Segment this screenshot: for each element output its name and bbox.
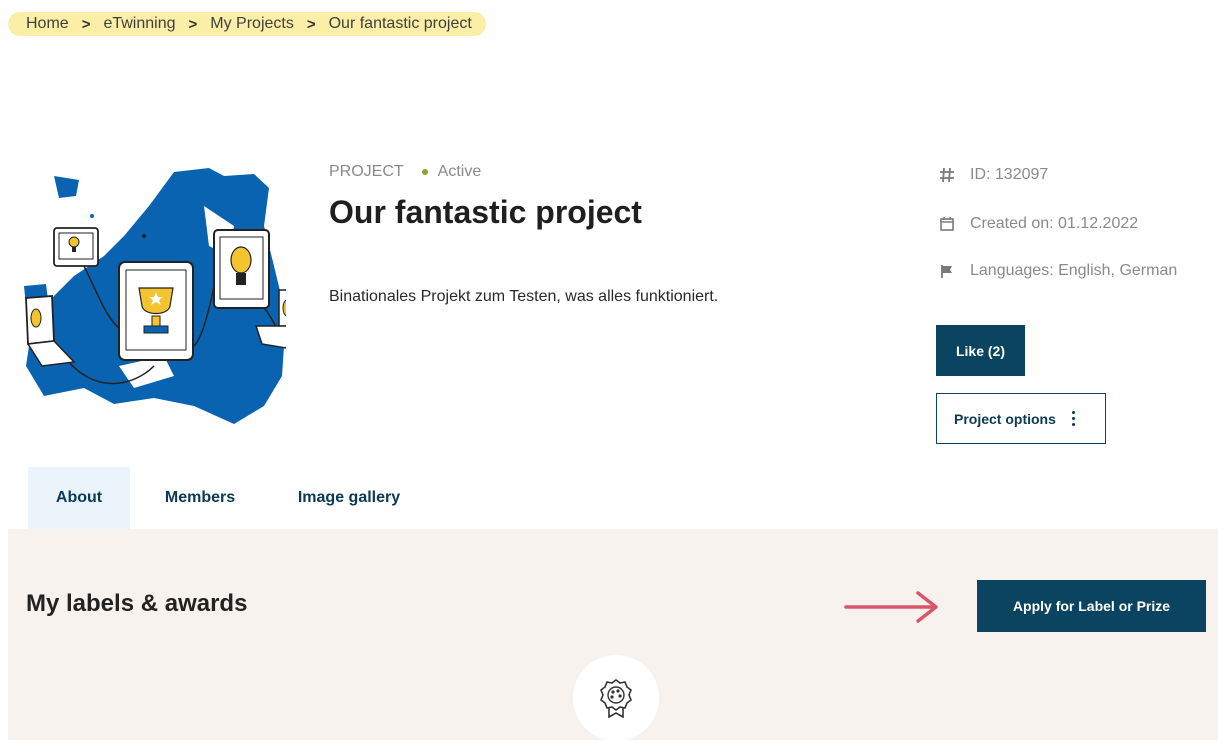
breadcrumb-home[interactable]: Home xyxy=(26,15,69,33)
breadcrumb: Home > eTwinning > My Projects > Our fan… xyxy=(8,12,486,36)
section-title: My labels & awards xyxy=(26,590,248,617)
breadcrumb-separator: > xyxy=(188,15,198,33)
breadcrumb-current: Our fantastic project xyxy=(328,15,472,32)
project-type-label: PROJECT xyxy=(329,163,404,180)
award-badge-icon xyxy=(600,679,632,718)
status-badge: Active xyxy=(437,163,482,180)
breadcrumb-etwinning[interactable]: eTwinning xyxy=(103,15,175,33)
tab-members[interactable]: Members xyxy=(130,467,270,529)
breadcrumb-separator: > xyxy=(306,15,316,33)
project-id-text: ID: 132097 xyxy=(970,166,1049,183)
breadcrumb-separator: > xyxy=(81,15,91,33)
arrow-right-icon xyxy=(844,591,938,623)
tab-bar: About Members Image gallery xyxy=(28,467,428,529)
tab-about[interactable]: About xyxy=(28,467,130,529)
award-badge xyxy=(573,655,659,741)
project-description: Binationales Projekt zum Testen, was all… xyxy=(329,288,719,305)
hash-icon xyxy=(938,166,956,184)
kebab-icon xyxy=(1071,411,1075,426)
project-meta-line: PROJECT Active xyxy=(329,163,481,181)
project-created-text: Created on: 01.12.2022 xyxy=(970,215,1139,232)
project-options-label: Project options xyxy=(954,410,1056,427)
project-languages-text: Languages: English, German xyxy=(970,262,1178,279)
project-languages: Languages: English, German xyxy=(938,262,1177,280)
status-dot-icon xyxy=(421,169,428,175)
breadcrumb-my-projects[interactable]: My Projects xyxy=(210,15,294,33)
like-button[interactable]: Like (2) xyxy=(936,325,1025,376)
project-options-button[interactable]: Project options xyxy=(936,393,1106,444)
project-illustration xyxy=(24,168,286,424)
project-created: Created on: 01.12.2022 xyxy=(938,215,1138,233)
tab-image-gallery[interactable]: Image gallery xyxy=(270,467,428,529)
project-id: ID: 132097 xyxy=(938,166,1048,184)
flag-icon xyxy=(938,262,956,280)
labels-awards-section: My labels & awards Apply for Label or Pr… xyxy=(8,529,1218,741)
apply-label-prize-button[interactable]: Apply for Label or Prize xyxy=(977,580,1206,632)
calendar-icon xyxy=(938,215,956,233)
page-title: Our fantastic project xyxy=(329,194,642,230)
